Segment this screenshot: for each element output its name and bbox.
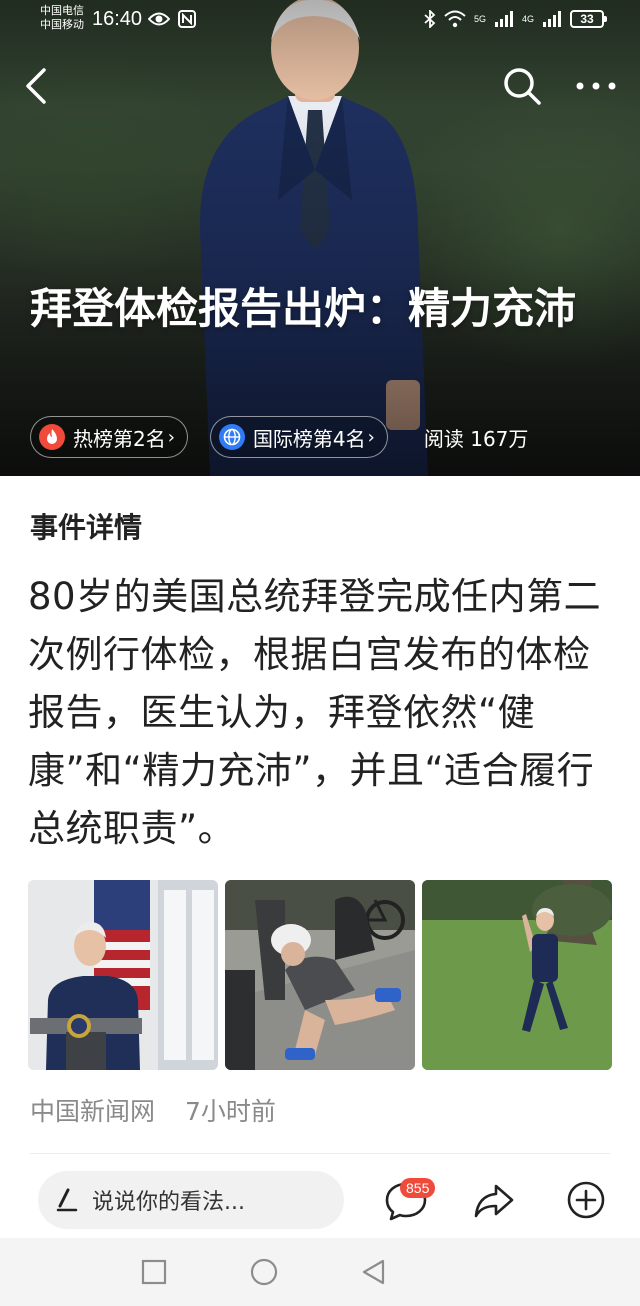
comment-placeholder: 说说你的看法...	[92, 1190, 245, 1215]
more-icon[interactable]	[574, 70, 618, 102]
gallery-image-lawn[interactable]	[422, 880, 612, 1070]
back-chevron-icon[interactable]	[22, 66, 52, 106]
network-4g-label: 4G	[521, 14, 534, 24]
fire-icon	[39, 424, 65, 450]
event-summary: 80岁的美国总统拜登完成任内第二次例行体检，根据白宫发布的体检报告，医生认为，拜…	[28, 575, 602, 850]
intl-rank-tag[interactable]: 国际榜第4名 ›	[209, 416, 388, 458]
source-name: 中国新闻网	[30, 1097, 156, 1126]
publish-time: 7小时前	[184, 1097, 276, 1126]
chevron-right-icon: ›	[167, 426, 175, 448]
signal-icon	[494, 11, 513, 27]
share-icon[interactable]	[470, 1176, 518, 1224]
carrier-1: 中国电信	[40, 4, 84, 17]
search-icon[interactable]	[502, 66, 542, 106]
bluetooth-icon	[424, 10, 436, 28]
image-gallery	[28, 880, 612, 1070]
signal-icon-2	[543, 11, 561, 27]
intl-rank-label: 国际榜第4名	[252, 426, 366, 451]
recent-apps-icon[interactable]	[138, 1256, 170, 1288]
eye-icon	[148, 12, 170, 26]
system-nav-bar	[0, 1238, 640, 1306]
home-icon[interactable]	[248, 1256, 280, 1288]
headline-title: 拜登体检报告出炉：精力充沛	[30, 284, 577, 333]
battery-icon: 33	[570, 10, 607, 28]
hero-banner: 中国电信 中国移动 16:40 5G 4G 33 拜登体检报告出炉：精力充沛 热…	[0, 0, 640, 476]
pen-icon	[56, 1188, 78, 1212]
globe-icon	[218, 424, 245, 450]
status-indicators: 5G 4G 33	[424, 10, 607, 28]
nfc-icon	[178, 10, 196, 28]
article-meta: 中国新闻网 7小时前	[30, 1092, 298, 1128]
comment-count-badge: 855	[400, 1178, 436, 1198]
status-bar: 中国电信 中国移动 16:40 5G 4G 33	[0, 0, 640, 40]
hot-rank-label: 热榜第2名	[73, 426, 166, 451]
wifi-icon	[444, 10, 466, 28]
hero-gradient-overlay	[0, 0, 640, 476]
status-time: 16:40	[92, 8, 143, 30]
carrier-labels: 中国电信 中国移动	[40, 4, 84, 32]
network-5g-label: 5G	[473, 14, 486, 24]
chevron-right-icon: ›	[367, 426, 375, 448]
add-icon[interactable]	[562, 1176, 610, 1224]
divider	[30, 1153, 610, 1154]
system-back-icon[interactable]	[358, 1256, 390, 1288]
comment-input[interactable]: 说说你的看法...	[38, 1171, 344, 1229]
read-count: 阅读 167万	[423, 426, 529, 451]
gallery-image-podium[interactable]	[28, 880, 218, 1070]
gallery-image-bike[interactable]	[225, 880, 415, 1070]
carrier-2: 中国移动	[40, 18, 84, 31]
section-title: 事件详情	[30, 511, 143, 544]
ranking-tags: 热榜第2名 › 国际榜第4名 › 阅读 167万	[30, 416, 528, 458]
hot-rank-tag[interactable]: 热榜第2名 ›	[30, 416, 188, 458]
